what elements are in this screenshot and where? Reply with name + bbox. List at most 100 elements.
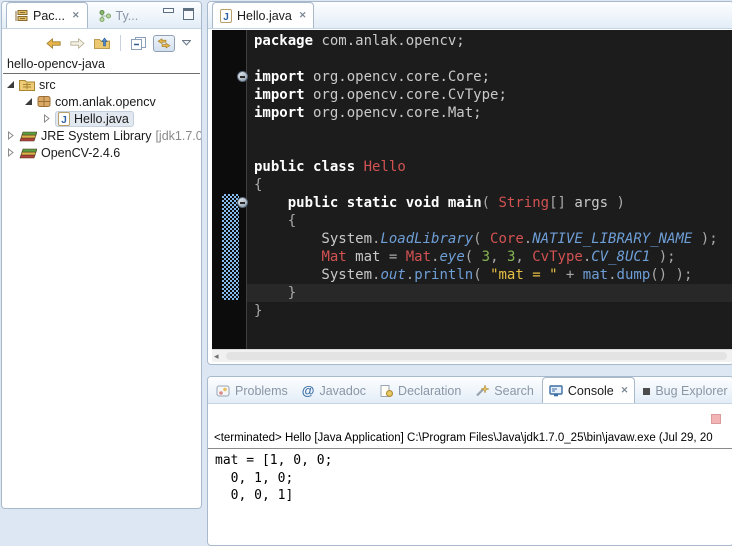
forward-icon[interactable] xyxy=(68,37,87,50)
terminate-icon[interactable] xyxy=(711,414,721,424)
bug-icon xyxy=(643,388,650,395)
tab-search[interactable]: Search xyxy=(469,379,540,403)
close-icon[interactable] xyxy=(297,10,307,21)
back-icon[interactable] xyxy=(44,37,63,50)
code-line[interactable] xyxy=(247,140,732,158)
code-text[interactable]: package com.anlak.opencv; import org.open… xyxy=(247,30,732,349)
console-status-line: <terminated> Hello [Java Application] C:… xyxy=(208,429,732,449)
twistie-collapsed-icon[interactable] xyxy=(5,131,15,140)
code-line[interactable]: { xyxy=(247,176,732,194)
fold-collapse-icon[interactable] xyxy=(237,197,248,208)
library-icon xyxy=(19,130,37,142)
type-hierarchy-icon xyxy=(99,10,111,22)
code-line[interactable]: { xyxy=(247,212,732,230)
package-icon xyxy=(37,95,51,108)
editor-horizontal-scrollbar[interactable] xyxy=(212,349,732,362)
tab-label: Declaration xyxy=(398,384,461,398)
method-range-indicator xyxy=(222,194,239,300)
toolbar-separator xyxy=(120,35,121,51)
link-with-editor-icon[interactable] xyxy=(153,35,175,52)
package-explorer-icon xyxy=(14,10,28,22)
tab-ty[interactable]: Ty... xyxy=(92,4,146,28)
fold-collapse-icon[interactable] xyxy=(237,71,248,82)
tab-label: Ty... xyxy=(116,9,139,23)
editor-tab-label: Hello.java xyxy=(237,9,292,23)
up-icon[interactable] xyxy=(92,36,112,50)
java-file-icon: J xyxy=(58,112,70,126)
code-line[interactable]: public static void main( String[] args ) xyxy=(247,194,732,212)
tab-declaration[interactable]: Declaration xyxy=(374,379,467,403)
close-icon[interactable] xyxy=(70,10,80,21)
declaration-icon xyxy=(380,385,393,397)
twistie-expanded-icon[interactable] xyxy=(23,97,33,106)
code-line[interactable] xyxy=(247,122,732,140)
console-tabbar: Problems @ Javadoc Declaration Search Console… xyxy=(208,377,732,404)
project-tree: hello-opencv-java src com.anlak.opencv J He… xyxy=(2,55,201,161)
tab-label: Bug Explorer xyxy=(655,384,727,398)
package-explorer-tabbar: Pac... Ty... xyxy=(2,2,201,29)
console-panel: Problems @ Javadoc Declaration Search Console… xyxy=(207,376,732,546)
code-line[interactable]: import org.opencv.core.CvType; xyxy=(247,86,732,104)
editor-tabbar: J Hello.java xyxy=(208,2,732,29)
code-line[interactable] xyxy=(247,50,732,68)
javadoc-icon: @ xyxy=(302,385,315,397)
editor-panel: J Hello.java package com.anlak.opencv; im… xyxy=(207,1,732,365)
view-menu-icon[interactable] xyxy=(180,39,193,47)
tree-item-opencv-2-4-6[interactable]: OpenCV-2.4.6 xyxy=(2,144,201,161)
problems-icon xyxy=(216,385,230,397)
library-icon xyxy=(19,147,37,159)
java-file-icon: J xyxy=(220,9,232,23)
tab-javadoc[interactable]: @ Javadoc xyxy=(296,379,372,403)
twistie-collapsed-icon[interactable] xyxy=(5,148,15,157)
code-editor[interactable]: package com.anlak.opencv; import org.open… xyxy=(212,30,732,349)
twistie-expanded-icon[interactable] xyxy=(5,80,15,89)
package-explorer-toolbar xyxy=(2,29,201,55)
console-icon xyxy=(549,385,563,397)
svg-text:J: J xyxy=(223,12,229,23)
code-line-current[interactable]: } xyxy=(247,284,732,302)
scroll-left-arrow-icon[interactable] xyxy=(214,350,219,362)
tree-item-label: com.anlak.opencv xyxy=(55,95,156,109)
tree-item-suffix: [jdk1.7.0 xyxy=(155,129,202,143)
tree-item-label: JRE System Library xyxy=(41,129,151,143)
tree-item-jre-system-library[interactable]: JRE System Library [jdk1.7.0 xyxy=(2,127,201,144)
twistie-collapsed-icon[interactable] xyxy=(41,114,51,123)
search-icon xyxy=(475,385,489,397)
tree-item-hello-java[interactable]: J Hello.java xyxy=(2,110,201,127)
code-line[interactable]: import org.opencv.core.Core; xyxy=(247,68,732,86)
package-explorer-panel: Pac... Ty... hello-opencv-java src com.anl… xyxy=(1,1,202,509)
tab-label: Pac... xyxy=(33,9,65,23)
code-line[interactable]: System.out.println( "mat = " + mat.dump(… xyxy=(247,266,732,284)
code-line[interactable]: } xyxy=(247,302,732,320)
tab-bug-explorer[interactable]: Bug Explorer xyxy=(637,379,732,403)
source-folder-icon xyxy=(19,78,35,91)
svg-text:J: J xyxy=(61,115,67,126)
editor-tab-hello-java[interactable]: J Hello.java xyxy=(212,2,314,28)
code-line[interactable]: import org.opencv.core.Mat; xyxy=(247,104,732,122)
minimize-icon[interactable] xyxy=(163,8,174,13)
tab-console[interactable]: Console xyxy=(542,377,635,403)
tab-label: Search xyxy=(494,384,534,398)
tree-item-label: Hello.java xyxy=(74,112,129,126)
code-line[interactable]: package com.anlak.opencv; xyxy=(247,32,732,50)
tree-item-label: OpenCV-2.4.6 xyxy=(41,146,120,160)
tab-label: Javadoc xyxy=(319,384,366,398)
tree-item-src[interactable]: src xyxy=(2,76,201,93)
selected-item-highlight: J Hello.java xyxy=(55,111,134,127)
close-icon[interactable] xyxy=(619,385,629,396)
collapse-all-icon[interactable] xyxy=(129,36,148,51)
scrollbar-thumb[interactable] xyxy=(226,352,727,360)
tab-problems[interactable]: Problems xyxy=(210,379,294,403)
tab-pac[interactable]: Pac... xyxy=(6,2,88,28)
code-line[interactable]: public class Hello xyxy=(247,158,732,176)
project-root-item[interactable]: hello-opencv-java xyxy=(3,57,200,74)
code-line[interactable]: Mat mat = Mat.eye( 3, 3, CvType.CV_8UC1 … xyxy=(247,248,732,266)
tree-item-com-anlak-opencv[interactable]: com.anlak.opencv xyxy=(2,93,201,110)
maximize-icon[interactable] xyxy=(183,8,194,20)
tree-item-label: src xyxy=(39,78,56,92)
console-output[interactable]: mat = [1, 0, 0; 0, 1, 0; 0, 0, 1] xyxy=(208,450,732,545)
tab-label: Console xyxy=(568,384,614,398)
tab-label: Problems xyxy=(235,384,288,398)
view-window-controls xyxy=(163,8,194,20)
code-line[interactable]: System.LoadLibrary( Core.NATIVE_LIBRARY_… xyxy=(247,230,732,248)
